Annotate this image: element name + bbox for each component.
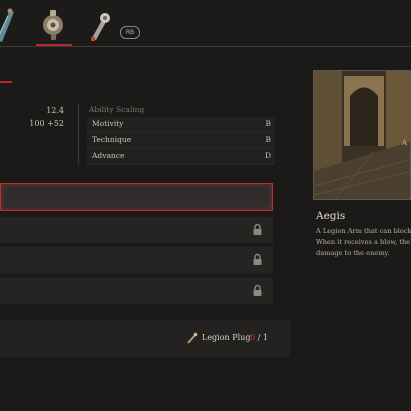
scaling-name: Technique	[92, 135, 132, 144]
stat-value-weight: 12.4	[46, 106, 64, 115]
lock-icon	[253, 253, 262, 265]
scaling-grade: B	[265, 135, 271, 144]
item-title: Aegis	[316, 210, 346, 222]
tab-legion-arm[interactable]	[36, 4, 72, 44]
tab-bar-divider	[0, 46, 411, 47]
lock-icon	[253, 223, 262, 235]
scaling-name: Motivity	[92, 119, 124, 128]
item-preview-image: A	[313, 70, 411, 200]
upgrade-slot-3[interactable]	[0, 247, 273, 273]
weapon-icon	[0, 8, 14, 42]
stats-divider	[78, 104, 79, 164]
legion-plug-icon	[187, 332, 198, 344]
item-description-line: When it receives a blow, the emb	[316, 238, 411, 246]
upgrade-slot-1[interactable]	[0, 183, 273, 211]
ability-scaling-header: Ability Scaling	[89, 105, 145, 114]
preview-letter: A	[401, 139, 408, 147]
upgrade-slot-4[interactable]	[0, 278, 273, 304]
scaling-grade: D	[264, 151, 271, 160]
rb-button-hint[interactable]: RB	[120, 26, 140, 39]
preview-scene: A	[314, 71, 410, 199]
material-name: Legion Plug	[202, 333, 251, 342]
upgrade-slot-2[interactable]	[0, 217, 273, 243]
material-have: 0	[250, 333, 256, 342]
active-tab-indicator	[36, 44, 72, 46]
legion-arm-icon	[43, 10, 63, 40]
stat-value-attack: 100 +52	[29, 119, 64, 128]
item-description-line: damage to the enemy.	[316, 249, 390, 257]
item-description-line: A Legion Arm that can block en	[316, 227, 411, 235]
material-need: 1	[262, 333, 268, 342]
tab-wrench-arm[interactable]	[82, 4, 118, 44]
scaling-row-technique: Technique B	[87, 133, 275, 149]
tab-weapon[interactable]	[0, 4, 30, 44]
wrench-arm-icon	[91, 13, 110, 41]
lock-icon	[253, 284, 262, 296]
scaling-grade: B	[265, 119, 271, 128]
scaling-row-advance: Advance D	[87, 149, 275, 165]
material-separator: /	[257, 333, 261, 342]
scaling-row-motivity: Motivity B	[87, 117, 275, 133]
section-marker	[0, 81, 12, 83]
material-count: 0 / 1	[250, 333, 268, 342]
scaling-name: Advance	[92, 151, 125, 160]
